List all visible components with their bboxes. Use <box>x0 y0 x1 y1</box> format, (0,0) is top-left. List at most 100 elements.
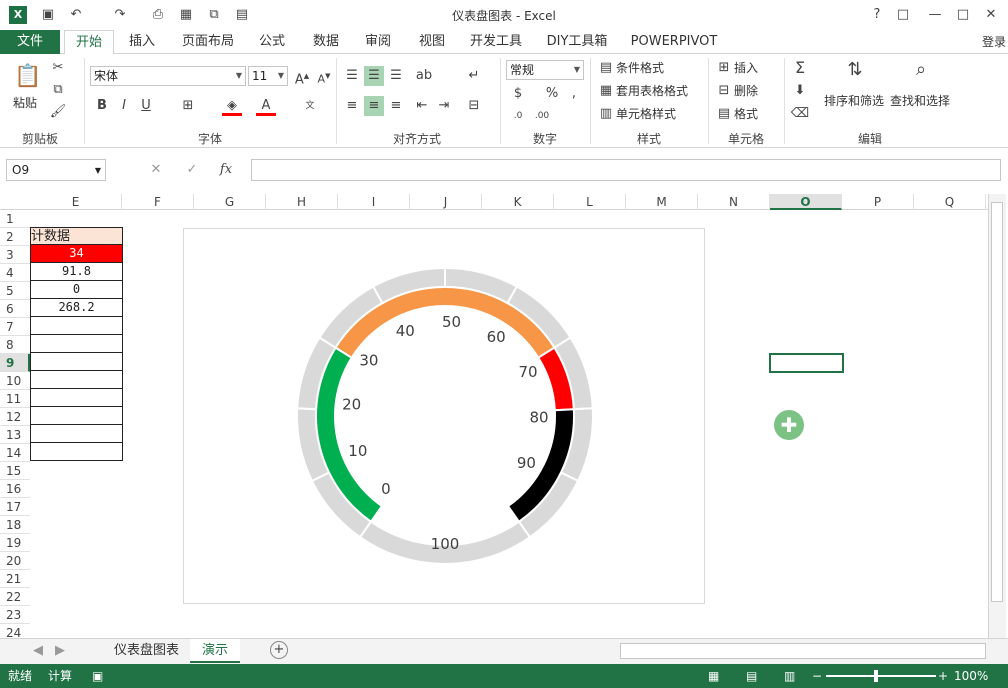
accounting-icon[interactable]: $ <box>508 84 528 104</box>
column-header-g[interactable]: G <box>194 194 266 210</box>
help-button[interactable]: ? <box>866 6 888 24</box>
prev-sheet-icon[interactable]: ◀ <box>28 641 48 661</box>
table-empty-cell[interactable] <box>30 425 123 443</box>
row-header-2[interactable]: 2 <box>0 228 30 246</box>
column-header-o[interactable]: O <box>770 194 842 210</box>
decrease-font-icon[interactable]: A▼ <box>314 66 334 86</box>
close-button[interactable]: ✕ <box>980 6 1002 24</box>
column-header-h[interactable]: H <box>266 194 338 210</box>
row-header-13[interactable]: 13 <box>0 426 30 444</box>
table-empty-cell[interactable] <box>30 371 123 389</box>
sort-filter-icon[interactable]: ⇅ <box>840 60 870 88</box>
scroll-thumb[interactable] <box>991 202 1003 602</box>
row-header-21[interactable]: 21 <box>0 570 30 588</box>
tab-home[interactable]: 开始 <box>64 30 114 55</box>
merge-center-icon[interactable]: ⊟ <box>464 96 484 116</box>
fill-color-icon[interactable]: ◈ <box>222 96 242 116</box>
bold-icon[interactable]: B <box>92 96 112 116</box>
format-table-icon[interactable]: ▦ <box>596 81 616 101</box>
find-select-icon[interactable]: ⌕ <box>906 60 936 88</box>
row-header-6[interactable]: 6 <box>0 300 30 318</box>
align-left-icon[interactable]: ≡ <box>342 96 362 116</box>
conditional-format-button[interactable]: 条件格式 <box>616 59 664 77</box>
increase-indent-icon[interactable]: ⇥ <box>434 96 454 116</box>
gauge-chart[interactable]: 0 10 20 30 40 50 60 70 80 90 100 <box>183 228 705 604</box>
table-empty-cell[interactable] <box>30 353 123 371</box>
tab-formulas[interactable]: 公式 <box>252 30 292 54</box>
ribbon-display-button[interactable]: □ <box>892 6 914 24</box>
cell-styles-button[interactable]: 单元格样式 <box>616 105 676 123</box>
row-header-20[interactable]: 20 <box>0 552 30 570</box>
format-table-button[interactable]: 套用表格格式 <box>616 82 688 100</box>
sort-filter-button[interactable]: 排序和筛选 <box>824 92 884 110</box>
column-header-j[interactable]: J <box>410 194 482 210</box>
macro-record-icon[interactable]: ▣ <box>92 664 103 688</box>
zoom-slider[interactable] <box>826 675 936 677</box>
align-middle-icon[interactable]: ☰ <box>364 66 384 86</box>
enter-icon[interactable]: ✓ <box>182 160 202 180</box>
phonetic-icon[interactable]: 文 <box>300 96 320 116</box>
conditional-format-icon[interactable]: ▤ <box>596 58 616 78</box>
delete-cells-icon[interactable]: ⊟ <box>714 81 734 101</box>
format-cells-button[interactable]: 格式 <box>734 105 758 123</box>
row-header-5[interactable]: 5 <box>0 282 30 300</box>
align-center-icon[interactable]: ≡ <box>364 96 384 116</box>
cancel-icon[interactable]: ✕ <box>146 160 166 180</box>
paste-button[interactable]: 粘贴 <box>13 94 37 112</box>
autosum-icon[interactable]: Σ <box>790 58 810 78</box>
tab-insert[interactable]: 插入 <box>122 30 162 54</box>
table-empty-cell[interactable] <box>30 407 123 425</box>
copy-icon[interactable]: ⧉ <box>48 80 68 100</box>
zoom-in-icon[interactable]: + <box>938 664 948 688</box>
login-link[interactable]: 登录 <box>982 30 1006 54</box>
tab-diy-toolbox[interactable]: DIY工具箱 <box>542 30 612 54</box>
column-header-m[interactable]: M <box>626 194 698 210</box>
tab-page-layout[interactable]: 页面布局 <box>176 30 240 54</box>
sheet-tab-dashboard[interactable]: 仪表盘图表 <box>102 639 191 663</box>
formula-input[interactable] <box>251 159 1001 181</box>
font-name-select[interactable]: 宋体 ▼ <box>90 66 246 86</box>
insert-cells-button[interactable]: 插入 <box>734 59 758 77</box>
zoom-level[interactable]: 100% <box>954 664 988 688</box>
maximize-button[interactable]: □ <box>952 6 974 24</box>
decrease-decimal-icon[interactable]: .00 <box>532 106 552 126</box>
row-header-19[interactable]: 19 <box>0 534 30 552</box>
align-top-icon[interactable]: ☰ <box>342 66 362 86</box>
comma-icon[interactable]: , <box>564 84 584 104</box>
row-header-9[interactable]: 9 <box>0 354 30 372</box>
underline-icon[interactable]: U <box>136 96 156 116</box>
minimize-button[interactable]: — <box>924 6 946 24</box>
row-header-17[interactable]: 17 <box>0 498 30 516</box>
row-header-1[interactable]: 1 <box>0 210 30 228</box>
table-cell-value[interactable]: 0 <box>30 281 123 299</box>
row-header-15[interactable]: 15 <box>0 462 30 480</box>
find-select-button[interactable]: 查找和选择 <box>890 92 950 110</box>
active-cell-selection[interactable] <box>769 353 844 373</box>
column-header-q[interactable]: Q <box>914 194 986 210</box>
column-header-l[interactable]: L <box>554 194 626 210</box>
tab-powerpivot[interactable]: POWERPIVOT <box>628 30 720 54</box>
table-empty-cell[interactable] <box>30 389 123 407</box>
zoom-thumb[interactable] <box>874 670 878 682</box>
row-header-11[interactable]: 11 <box>0 390 30 408</box>
tab-view[interactable]: 视图 <box>412 30 452 54</box>
cut-icon[interactable]: ✂ <box>48 58 68 78</box>
table-header-cell[interactable]: 计数据 <box>30 227 123 245</box>
next-sheet-icon[interactable]: ▶ <box>50 641 70 661</box>
percent-icon[interactable]: % <box>542 84 562 104</box>
sheet-tab-demo[interactable]: 演示 <box>190 639 241 663</box>
font-color-icon[interactable]: A <box>256 96 276 116</box>
row-header-23[interactable]: 23 <box>0 606 30 624</box>
cell-styles-icon[interactable]: ▥ <box>596 104 616 124</box>
row-header-12[interactable]: 12 <box>0 408 30 426</box>
orientation-icon[interactable]: ab <box>414 66 434 86</box>
decrease-indent-icon[interactable]: ⇤ <box>412 96 432 116</box>
column-header-k[interactable]: K <box>482 194 554 210</box>
table-cell-value[interactable]: 91.8 <box>30 263 123 281</box>
align-right-icon[interactable]: ≡ <box>386 96 406 116</box>
increase-decimal-icon[interactable]: .0 <box>508 106 528 126</box>
add-sheet-icon[interactable]: + <box>270 641 288 659</box>
horizontal-scrollbar[interactable] <box>620 643 986 659</box>
borders-icon[interactable]: ⊞ <box>178 96 198 116</box>
italic-icon[interactable]: I <box>114 96 134 116</box>
